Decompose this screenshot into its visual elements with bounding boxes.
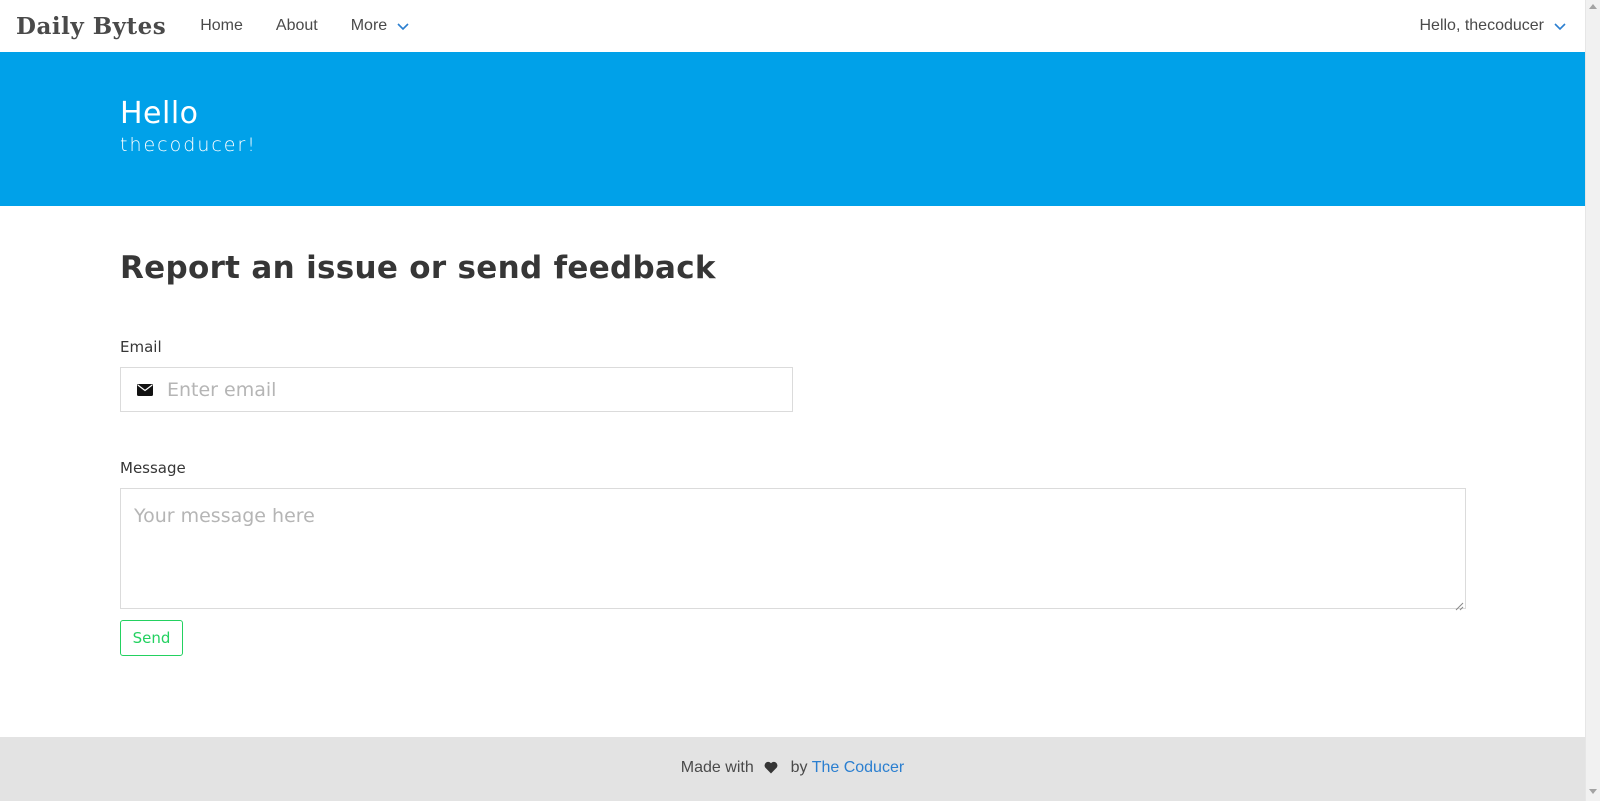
envelope-icon [137,383,155,397]
hero-banner: Hello thecoducer! [0,52,1585,206]
send-button[interactable]: Send [120,620,183,656]
heart-icon [764,761,778,779]
hero-subtitle: thecoducer! [120,134,257,156]
chevron-down-icon [397,20,409,32]
brand-logo[interactable]: Daily Bytes [16,13,166,40]
footer-by: by [790,759,808,776]
email-input[interactable] [167,378,767,401]
user-menu-label: Hello, thecoducer [1419,17,1544,34]
email-label: Email [120,338,162,356]
user-menu[interactable]: Hello, thecoducer [1419,0,1566,52]
nav-item-about[interactable]: About [276,17,318,35]
hero-title: Hello [120,96,199,131]
top-navbar: Daily Bytes Home About More Hello, theco… [0,0,1585,52]
nav-item-home[interactable]: Home [200,17,243,35]
nav-item-home-label: Home [200,17,243,34]
footer-made-with: Made with [680,759,754,776]
email-field[interactable] [120,367,793,412]
footer-credit: Made with by The Coducer [0,759,1585,779]
chevron-down-icon [1554,20,1566,32]
nav-item-about-label: About [275,17,318,34]
nav-item-more[interactable]: More [351,17,409,35]
page-title: Report an issue or send feedback [120,250,716,286]
page-scrollbar[interactable] [1585,0,1600,801]
footer-author-link[interactable]: The Coducer [812,759,905,776]
footer: Made with by The Coducer [0,737,1585,801]
nav-item-more-label: More [350,17,388,34]
page: Daily Bytes Home About More Hello, theco… [0,0,1585,801]
resize-grip-icon[interactable] [1455,598,1464,611]
scroll-down-arrow-icon[interactable] [1589,789,1597,794]
message-textarea[interactable] [120,488,1466,609]
scroll-up-arrow-icon[interactable] [1589,4,1597,9]
message-label: Message [120,459,186,477]
